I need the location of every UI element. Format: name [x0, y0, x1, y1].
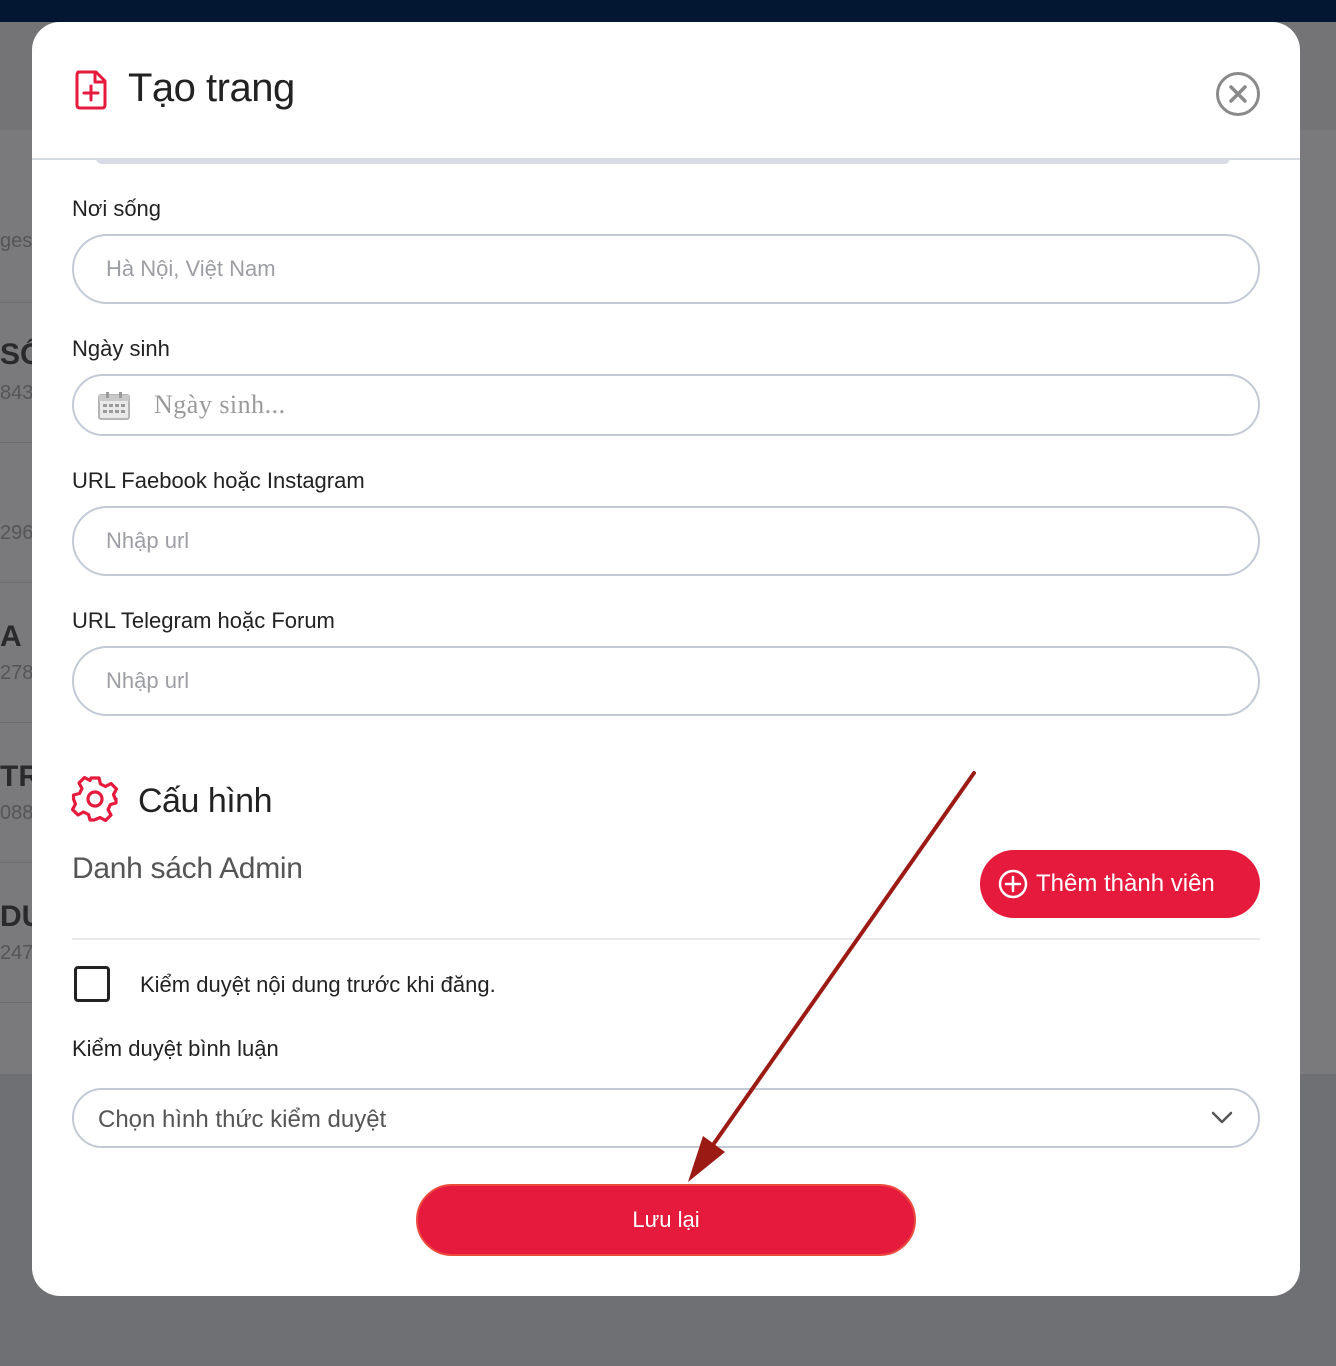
background-text: 296: [0, 522, 34, 544]
file-plus-icon: [75, 70, 107, 110]
scrolled-content-edge: [96, 158, 1230, 164]
add-member-label: Thêm thành viên: [1036, 870, 1215, 897]
telegram-url-input[interactable]: [72, 646, 1260, 716]
calendar-icon: [98, 392, 130, 420]
comment-moderation-select[interactable]: Chọn hình thức kiểm duyệt: [72, 1088, 1260, 1148]
background-text: 843: [0, 382, 34, 404]
add-member-button[interactable]: Thêm thành viên: [980, 850, 1260, 918]
residence-input[interactable]: [72, 234, 1260, 304]
modal-title: Tạo trang: [128, 66, 295, 110]
admin-list-title: Danh sách Admin: [72, 852, 303, 885]
section-divider: [72, 938, 1260, 940]
moderation-checkbox[interactable]: [74, 966, 110, 1002]
background-text: ges: [0, 230, 33, 252]
moderation-checkbox-label: Kiểm duyệt nội dung trước khi đăng.: [140, 972, 496, 997]
facebook-url-input[interactable]: [72, 506, 1260, 576]
residence-label: Nơi sống: [72, 196, 162, 221]
background-text: 278: [0, 662, 34, 684]
plus-circle-icon: [998, 869, 1028, 899]
modal-header: Tạo trang: [32, 22, 1300, 160]
create-page-modal: Tạo trang Nơi sống Ngày sinh Ngày sinh..…: [32, 22, 1300, 1296]
facebook-url-label: URL Faebook hoặc Instagram: [72, 468, 365, 493]
telegram-url-label: URL Telegram hoặc Forum: [72, 608, 335, 633]
birthday-placeholder: Ngày sinh...: [154, 390, 286, 419]
gear-icon: [70, 775, 119, 823]
background-text: 088: [0, 802, 34, 824]
background-text: A: [0, 620, 22, 653]
close-button[interactable]: [1216, 72, 1260, 116]
app-top-bar: [0, 0, 1336, 22]
comment-moderation-value: Chọn hình thức kiểm duyệt: [98, 1106, 387, 1133]
config-section-title: Cấu hình: [138, 782, 273, 820]
birthday-date-picker[interactable]: Ngày sinh...: [72, 374, 1260, 436]
save-button[interactable]: Lưu lại: [416, 1184, 916, 1256]
close-icon: [1229, 85, 1247, 103]
background-text: 247: [0, 942, 34, 964]
comment-moderation-label: Kiểm duyệt bình luận: [72, 1036, 279, 1061]
birthday-label: Ngày sinh: [72, 336, 170, 361]
chevron-down-icon: [1211, 1111, 1233, 1124]
